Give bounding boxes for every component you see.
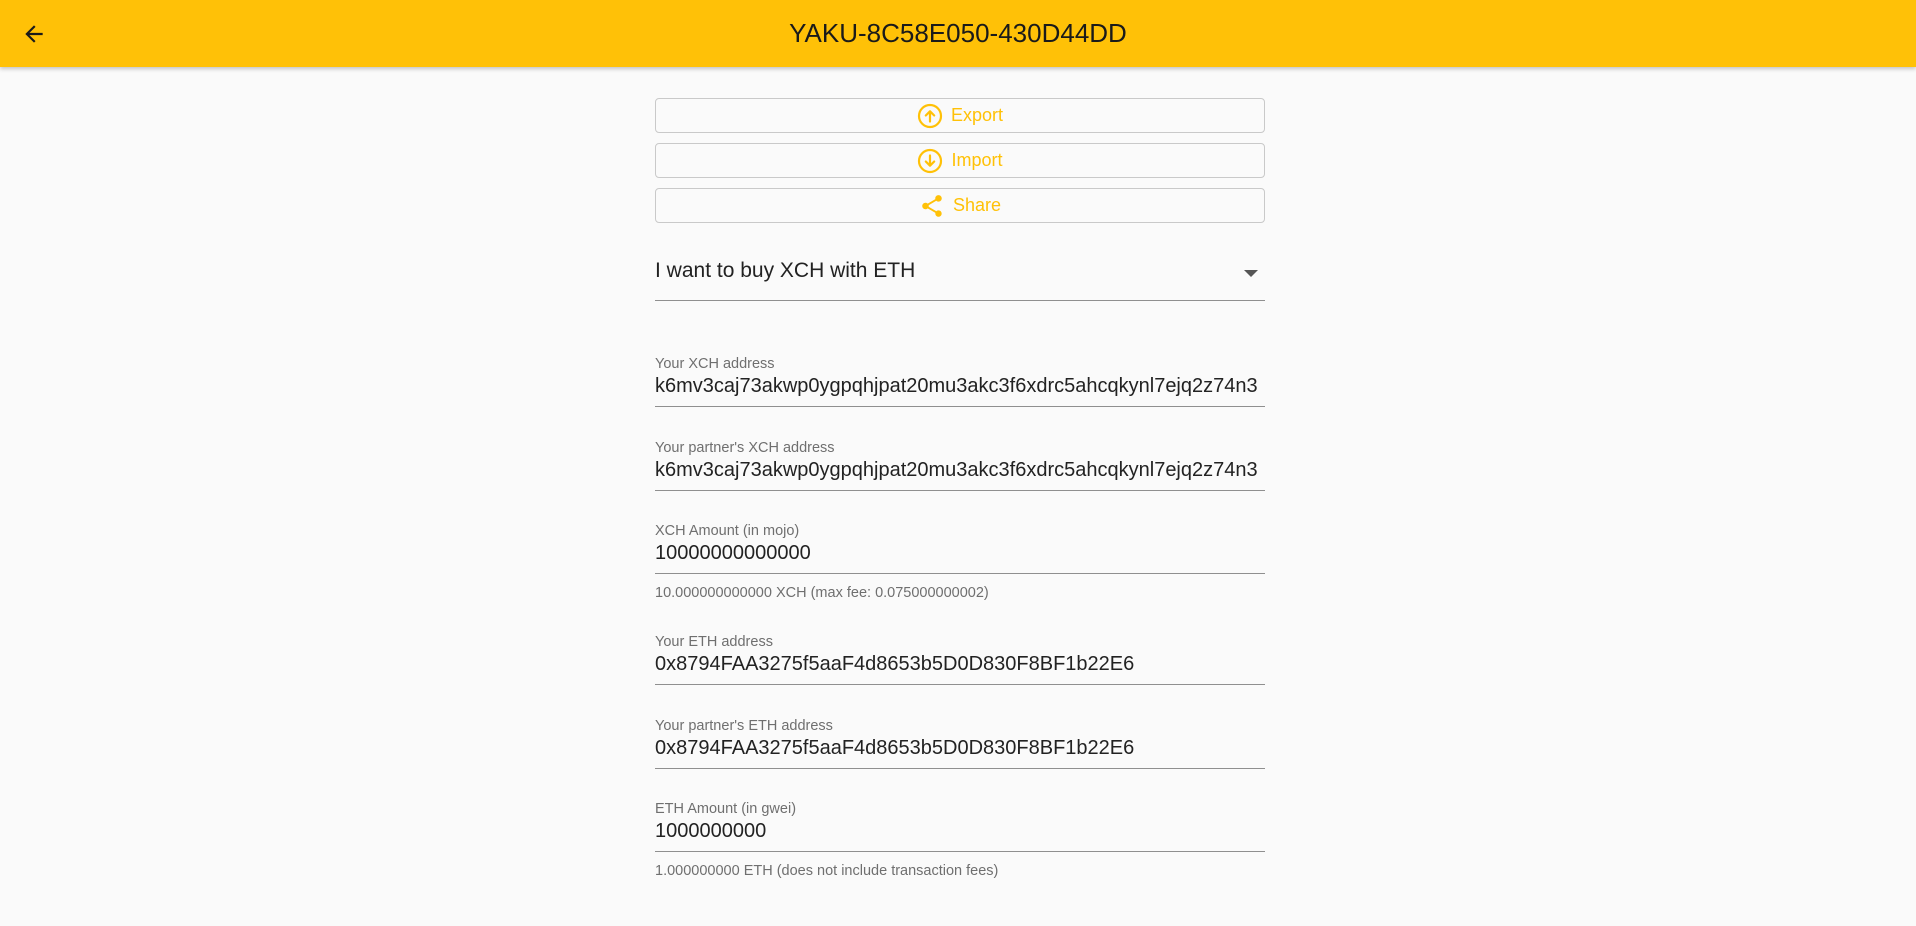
xch-address-value: k6mv3caj73akwp0ygpqhjpat20mu3akc3f6xdrc5… (655, 375, 1258, 397)
eth-address-field[interactable]: Your ETH address 0x8794FAA3275f5aaF4d865… (655, 634, 1265, 685)
xch-amount-label: XCH Amount (in mojo) (655, 523, 800, 539)
eth-amount-value: 1000000000 (655, 820, 767, 842)
import-button[interactable]: Import (655, 143, 1265, 178)
trade-mode-dropdown[interactable]: I want to buy XCH with ETH (655, 253, 1265, 301)
caret-down-icon (1243, 266, 1259, 284)
xch-address-label: Your XCH address (655, 356, 775, 372)
share-button[interactable]: Share (655, 188, 1265, 223)
trade-mode-selected: I want to buy XCH with ETH (655, 259, 916, 282)
eth-amount-field[interactable]: ETH Amount (in gwei) 1000000000 (655, 801, 1265, 852)
eth-address-value: 0x8794FAA3275f5aaF4d8653b5D0D830F8BF1b22… (655, 653, 1135, 675)
import-label: Import (951, 150, 1003, 170)
xch-amount-field[interactable]: XCH Amount (in mojo) 10000000000000 (655, 523, 1265, 574)
partner-xch-address-field[interactable]: Your partner's XCH address k6mv3caj73akw… (655, 440, 1265, 491)
partner-eth-address-value: 0x8794FAA3275f5aaF4d8653b5D0D830F8BF1b22… (655, 737, 1135, 759)
circle-arrow-down-icon (917, 148, 943, 174)
export-label: Export (950, 105, 1004, 125)
partner-xch-address-value: k6mv3caj73akwp0ygpqhjpat20mu3akc3f6xdrc5… (655, 459, 1258, 481)
eth-address-label: Your ETH address (655, 634, 773, 650)
share-icon (919, 193, 945, 219)
partner-eth-address-label: Your partner's ETH address (655, 718, 833, 734)
share-label: Share (952, 195, 1002, 215)
circle-arrow-up-icon (917, 103, 943, 129)
partner-xch-address-label: Your partner's XCH address (655, 440, 835, 456)
export-button[interactable]: Export (655, 98, 1265, 133)
xch-amount-value: 10000000000000 (655, 542, 811, 564)
xch-address-field[interactable]: Your XCH address k6mv3caj73akwp0ygpqhjpa… (655, 356, 1265, 407)
page-title: YAKU-8C58E050-430D44DD (789, 18, 1127, 48)
eth-amount-label: ETH Amount (in gwei) (655, 801, 797, 817)
eth-amount-helper: 1.000000000 ETH (does not include transa… (655, 863, 999, 879)
xch-amount-helper: 10.000000000000 XCH (max fee: 0.07500000… (655, 585, 989, 601)
partner-eth-address-field[interactable]: Your partner's ETH address 0x8794FAA3275… (655, 718, 1265, 769)
app-bar: YAKU-8C58E050-430D44DD (0, 0, 1916, 67)
